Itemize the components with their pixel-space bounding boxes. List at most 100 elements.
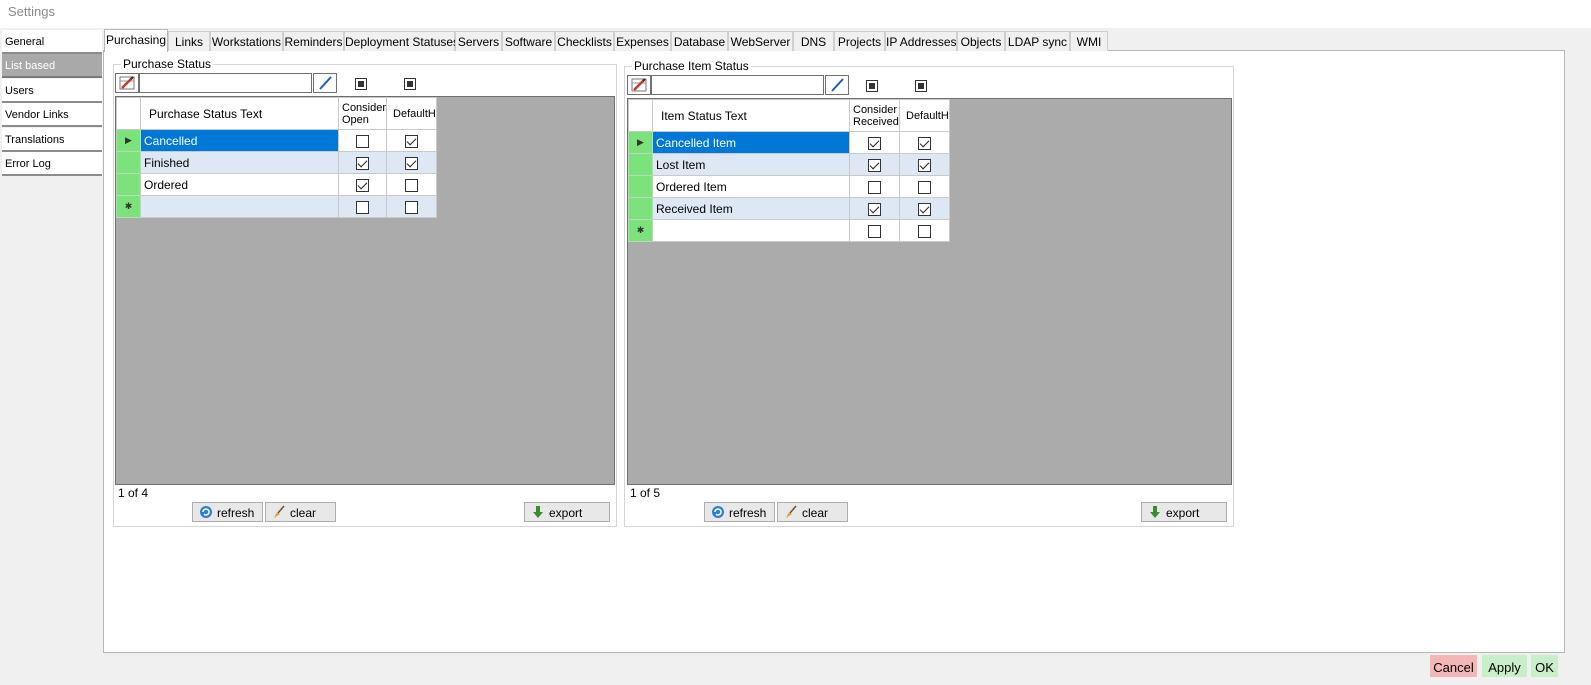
default-cell[interactable] [386, 195, 437, 218]
consider-open-column-toggle[interactable] [355, 78, 367, 90]
table-row[interactable]: Ordered Item [628, 175, 950, 198]
item-status-text-cell[interactable] [652, 219, 850, 242]
column-header-item-status-text[interactable]: Item Status Text [652, 99, 850, 132]
default-checkbox[interactable] [404, 156, 418, 170]
nav-item-general[interactable]: General [2, 30, 102, 54]
table-row[interactable]: Ordered [116, 173, 437, 196]
default-column-toggle[interactable] [915, 80, 927, 92]
consider-received-column-toggle[interactable] [866, 80, 878, 92]
nav-item-vendor-links[interactable]: Vendor Links [2, 103, 102, 127]
tab-ldap-sync[interactable]: LDAP sync [1005, 31, 1070, 51]
cancel-button[interactable]: Cancel [1430, 655, 1477, 677]
consider-received-cell[interactable] [849, 219, 900, 242]
column-header-purchase-status-text[interactable]: Purchase Status Text [140, 97, 339, 130]
consider-received-checkbox[interactable] [868, 202, 881, 216]
consider-received-cell[interactable] [849, 197, 900, 220]
purchase-item-status-refresh-button[interactable]: refresh [704, 502, 775, 522]
purchase-item-status-search-input[interactable] [651, 75, 824, 95]
nav-item-translations[interactable]: Translations [2, 128, 102, 152]
item-status-text-cell[interactable]: Ordered Item [652, 175, 850, 198]
column-header-default[interactable]: DefaultH [386, 97, 437, 130]
column-header-default[interactable]: DefaultH [899, 99, 950, 132]
default-cell[interactable] [386, 129, 437, 152]
item-status-text-cell[interactable]: Cancelled Item [652, 131, 850, 154]
consider-open-checkbox[interactable] [356, 200, 370, 214]
purchase-status-export-button[interactable]: export [524, 502, 610, 522]
default-cell[interactable] [386, 173, 437, 196]
tab-purchasing[interactable]: Purchasing [104, 29, 168, 52]
consider-open-cell[interactable] [337, 173, 388, 196]
consider-received-cell[interactable] [849, 131, 900, 154]
tab-database[interactable]: Database [671, 31, 728, 51]
tab-webserver[interactable]: WebServer [728, 31, 793, 51]
table-row[interactable]: Lost Item [628, 153, 950, 176]
purchase-item-status-edit-button[interactable] [627, 75, 651, 95]
default-checkbox[interactable] [404, 178, 418, 192]
default-checkbox[interactable] [917, 136, 931, 150]
apply-button[interactable]: Apply [1482, 655, 1527, 677]
tab-projects[interactable]: Projects [834, 31, 885, 51]
default-cell[interactable] [899, 197, 950, 220]
tab-objects[interactable]: Objects [957, 31, 1005, 51]
column-header-consider-received[interactable]: Consider Received [849, 99, 900, 132]
status-text-cell[interactable]: Ordered [140, 173, 339, 196]
table-row[interactable]: Received Item [628, 197, 950, 220]
consider-open-checkbox[interactable] [356, 134, 370, 148]
tab-wmi[interactable]: WMI [1070, 31, 1108, 51]
tab-ip-addresses[interactable]: IP Addresses [885, 31, 957, 51]
tab-expenses[interactable]: Expenses [614, 31, 671, 51]
consider-open-cell[interactable] [337, 195, 388, 218]
consider-open-cell[interactable] [337, 151, 388, 174]
default-checkbox[interactable] [404, 200, 418, 214]
tab-reminders[interactable]: Reminders [283, 31, 344, 51]
consider-received-checkbox[interactable] [868, 136, 881, 150]
default-cell[interactable] [899, 175, 950, 198]
new-row[interactable]: ✱ [116, 195, 437, 218]
tab-deployment-statuses[interactable]: Deployment Statuses [344, 31, 459, 51]
nav-item-list-based[interactable]: List based [2, 54, 102, 78]
purchase-status-edit-button[interactable] [115, 73, 139, 93]
default-checkbox[interactable] [917, 202, 931, 216]
item-status-text-cell[interactable]: Lost Item [652, 153, 850, 176]
purchase-status-refresh-button[interactable]: refresh [192, 502, 263, 522]
column-header-consider-open[interactable]: Consider Open [337, 97, 388, 130]
consider-open-checkbox[interactable] [356, 178, 370, 192]
item-status-text-cell[interactable]: Received Item [652, 197, 850, 220]
default-cell[interactable] [899, 219, 950, 242]
default-column-toggle[interactable] [404, 78, 416, 90]
ok-button[interactable]: OK [1531, 655, 1558, 677]
purchase-item-status-filter-button[interactable] [825, 75, 849, 95]
consider-received-cell[interactable] [849, 175, 900, 198]
tab-workstations[interactable]: Workstations [210, 31, 283, 51]
nav-item-users[interactable]: Users [2, 79, 102, 103]
default-checkbox[interactable] [917, 224, 931, 238]
default-checkbox[interactable] [917, 158, 931, 172]
default-checkbox[interactable] [404, 134, 418, 148]
default-cell[interactable] [386, 151, 437, 174]
tab-links[interactable]: Links [168, 31, 210, 51]
tab-software[interactable]: Software [502, 31, 555, 51]
tab-checklists[interactable]: Checklists [555, 31, 614, 51]
consider-received-checkbox[interactable] [868, 158, 881, 172]
consider-received-cell[interactable] [849, 153, 900, 176]
nav-item-error-log[interactable]: Error Log [2, 152, 102, 176]
tab-servers[interactable]: Servers [455, 31, 502, 51]
status-text-cell[interactable]: Finished [140, 151, 339, 174]
purchase-item-status-export-button[interactable]: export [1141, 502, 1227, 522]
default-cell[interactable] [899, 131, 950, 154]
consider-received-checkbox[interactable] [868, 180, 881, 194]
new-row[interactable]: ✱ [628, 219, 950, 242]
purchase-item-status-clear-button[interactable]: clear [777, 502, 848, 522]
purchase-status-clear-button[interactable]: clear [265, 502, 336, 522]
table-row[interactable]: Finished [116, 151, 437, 174]
status-text-cell[interactable]: Cancelled [140, 129, 339, 152]
tab-dns[interactable]: DNS [793, 31, 834, 51]
table-row[interactable]: ▶ Cancelled [116, 129, 437, 152]
table-row[interactable]: ▶ Cancelled Item [628, 131, 950, 154]
purchase-status-search-input[interactable] [139, 73, 312, 93]
default-cell[interactable] [899, 153, 950, 176]
consider-received-checkbox[interactable] [868, 224, 881, 238]
consider-open-cell[interactable] [337, 129, 388, 152]
default-checkbox[interactable] [917, 180, 931, 194]
purchase-status-filter-button[interactable] [313, 73, 337, 93]
